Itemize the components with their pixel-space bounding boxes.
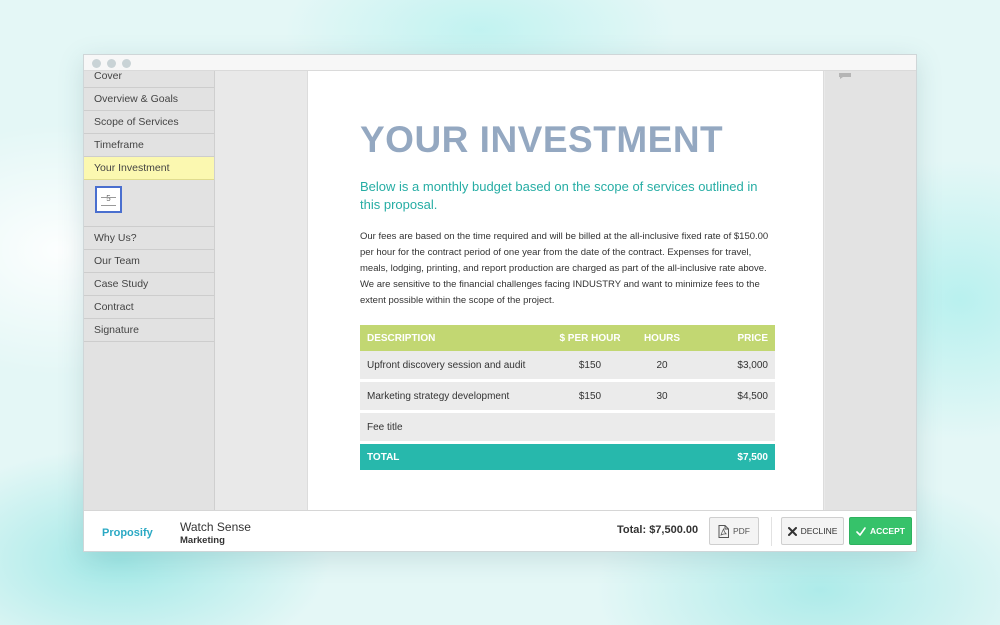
proposal-window: Cover Overview & Goals Scope of Services… [83, 54, 917, 552]
sidebar-item-case-study[interactable]: Case Study [84, 273, 214, 296]
row-description: Fee title [367, 421, 403, 433]
client-name: Watch Sense [180, 520, 251, 534]
footer-divider [771, 517, 772, 546]
table-row: Marketing strategy development $150 30 $… [360, 382, 775, 413]
fee-table-header: DESCRIPTION $ PER HOUR HOURS PRICE [360, 325, 775, 351]
total-price: $7,500 [737, 451, 768, 463]
footer-total: Total: $7,500.00 [617, 524, 698, 536]
x-icon [787, 526, 797, 536]
window-minimize-dot[interactable] [107, 59, 116, 68]
section-sidebar: Cover Overview & Goals Scope of Services… [84, 71, 215, 510]
row-description: Marketing strategy development [367, 390, 510, 402]
sidebar-item-our-team[interactable]: Our Team [84, 250, 214, 273]
document-page: YOUR INVESTMENT Below is a monthly budge… [307, 71, 824, 510]
window-close-dot[interactable] [92, 59, 101, 68]
sidebar-item-signature[interactable]: Signature [84, 319, 214, 342]
comments-rail [825, 71, 916, 510]
row-hours [622, 413, 702, 441]
row-price: $4,500 [737, 390, 768, 402]
row-description: Upfront discovery session and audit [367, 359, 526, 371]
table-row: Upfront discovery session and audit $150… [360, 351, 775, 382]
page-thumbnail-number: 5 [106, 194, 111, 203]
sidebar-item-cover[interactable]: Cover [84, 71, 214, 88]
brand-logo: Proposify [102, 527, 153, 539]
row-rate [550, 413, 630, 441]
comment-icon[interactable] [839, 73, 851, 79]
page-title: YOUR INVESTMENT [360, 119, 724, 160]
page-body-text: Our fees are based on the time required … [360, 231, 769, 306]
header-price: PRICE [737, 332, 768, 344]
document-canvas: YOUR INVESTMENT Below is a monthly budge… [215, 71, 825, 510]
pdf-button[interactable]: PDF [709, 517, 759, 545]
sidebar-item-overview-goals[interactable]: Overview & Goals [84, 88, 214, 111]
header-description: DESCRIPTION [367, 332, 436, 344]
proposal-footer: Proposify Watch Sense Marketing Total: $… [84, 510, 916, 551]
header-hours: HOURS [643, 332, 681, 344]
row-price: $3,000 [737, 359, 768, 371]
row-hours: 20 [656, 359, 668, 371]
client-type: Marketing [180, 535, 225, 546]
accept-button[interactable]: ACCEPT [849, 517, 912, 545]
decline-button-label: DECLINE [800, 526, 838, 536]
sidebar-item-timeframe[interactable]: Timeframe [84, 134, 214, 157]
row-rate: $150 [578, 359, 602, 371]
sidebar-item-scope-of-services[interactable]: Scope of Services [84, 111, 214, 134]
fee-table-total-row: TOTAL $7,500 [360, 444, 775, 470]
sidebar-item-contract[interactable]: Contract [84, 296, 214, 319]
checkmark-icon [856, 526, 866, 536]
page-subtitle: Below is a monthly budget based on the s… [360, 179, 758, 212]
page-thumbnail-row: 5 [84, 180, 214, 227]
row-hours: 30 [656, 390, 668, 402]
pdf-file-icon [718, 524, 729, 538]
fee-table: DESCRIPTION $ PER HOUR HOURS PRICE Upfro… [360, 325, 775, 470]
sidebar-item-why-us[interactable]: Why Us? [84, 227, 214, 250]
decline-button[interactable]: DECLINE [781, 517, 844, 545]
footer-total-value: $7,500.00 [649, 524, 699, 536]
page-thumbnail[interactable]: 5 [95, 186, 122, 213]
footer-total-label: Total: [617, 524, 647, 536]
pdf-button-label: PDF [733, 526, 750, 536]
table-row: Fee title [360, 413, 775, 444]
header-rate: $ PER HOUR [559, 332, 621, 344]
title-bar [84, 55, 916, 71]
accept-button-label: ACCEPT [870, 526, 905, 536]
row-rate: $150 [578, 390, 602, 402]
window-zoom-dot[interactable] [122, 59, 131, 68]
total-label: TOTAL [367, 451, 400, 463]
sidebar-item-your-investment[interactable]: Your Investment [84, 157, 214, 180]
